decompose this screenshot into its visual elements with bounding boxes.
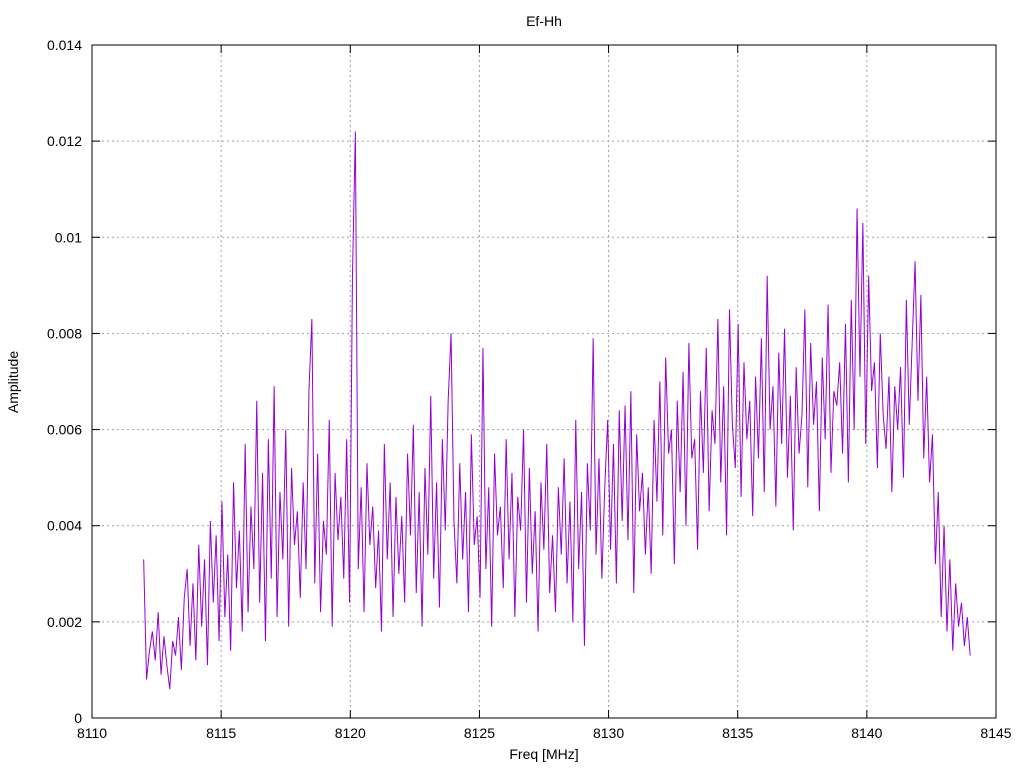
y-tick-labels: 0 0.002 0.004 0.006 0.008 0.01 0.012 0.014 <box>47 37 82 726</box>
amplitude-frequency-chart: 8110 8115 8120 8125 8130 8135 8140 8145 00.0020… <box>5 13 1012 762</box>
x-tick-label: 8115 <box>206 725 236 741</box>
x-tick-label: 8125 <box>464 725 495 741</box>
y-tick-label: 0.006 <box>47 422 82 438</box>
y-tick-label: 0.014 <box>47 37 82 53</box>
x-tick-label: 8140 <box>851 725 882 741</box>
series-line <box>143 131 971 690</box>
x-tick-label: 8110 <box>77 725 107 741</box>
y-tick-label: 0.004 <box>47 518 82 534</box>
x-tick-label: 8135 <box>722 725 753 741</box>
y-tick-label: 0.01 <box>55 229 82 245</box>
x-tick-labels: 8110 8115 8120 8125 8130 8135 8140 8145 <box>77 725 1012 741</box>
y-tick-label: 0 <box>74 710 82 726</box>
y-tick-label: 0.012 <box>47 133 82 149</box>
tick-marks <box>91 44 997 719</box>
y-tick-label: 0.002 <box>47 614 82 630</box>
x-tick-label: 8130 <box>593 725 624 741</box>
x-axis-label: Freq [MHz] <box>509 746 578 762</box>
y-tick-label: 0.008 <box>47 325 82 341</box>
plot-frame <box>91 44 997 719</box>
series-layer <box>143 131 971 690</box>
grid-lines <box>92 45 996 718</box>
x-tick-label: 8145 <box>980 725 1011 741</box>
chart-title: Ef-Hh <box>526 13 562 29</box>
x-tick-label: 8120 <box>335 725 366 741</box>
y-axis-label: Amplitude <box>5 351 21 413</box>
